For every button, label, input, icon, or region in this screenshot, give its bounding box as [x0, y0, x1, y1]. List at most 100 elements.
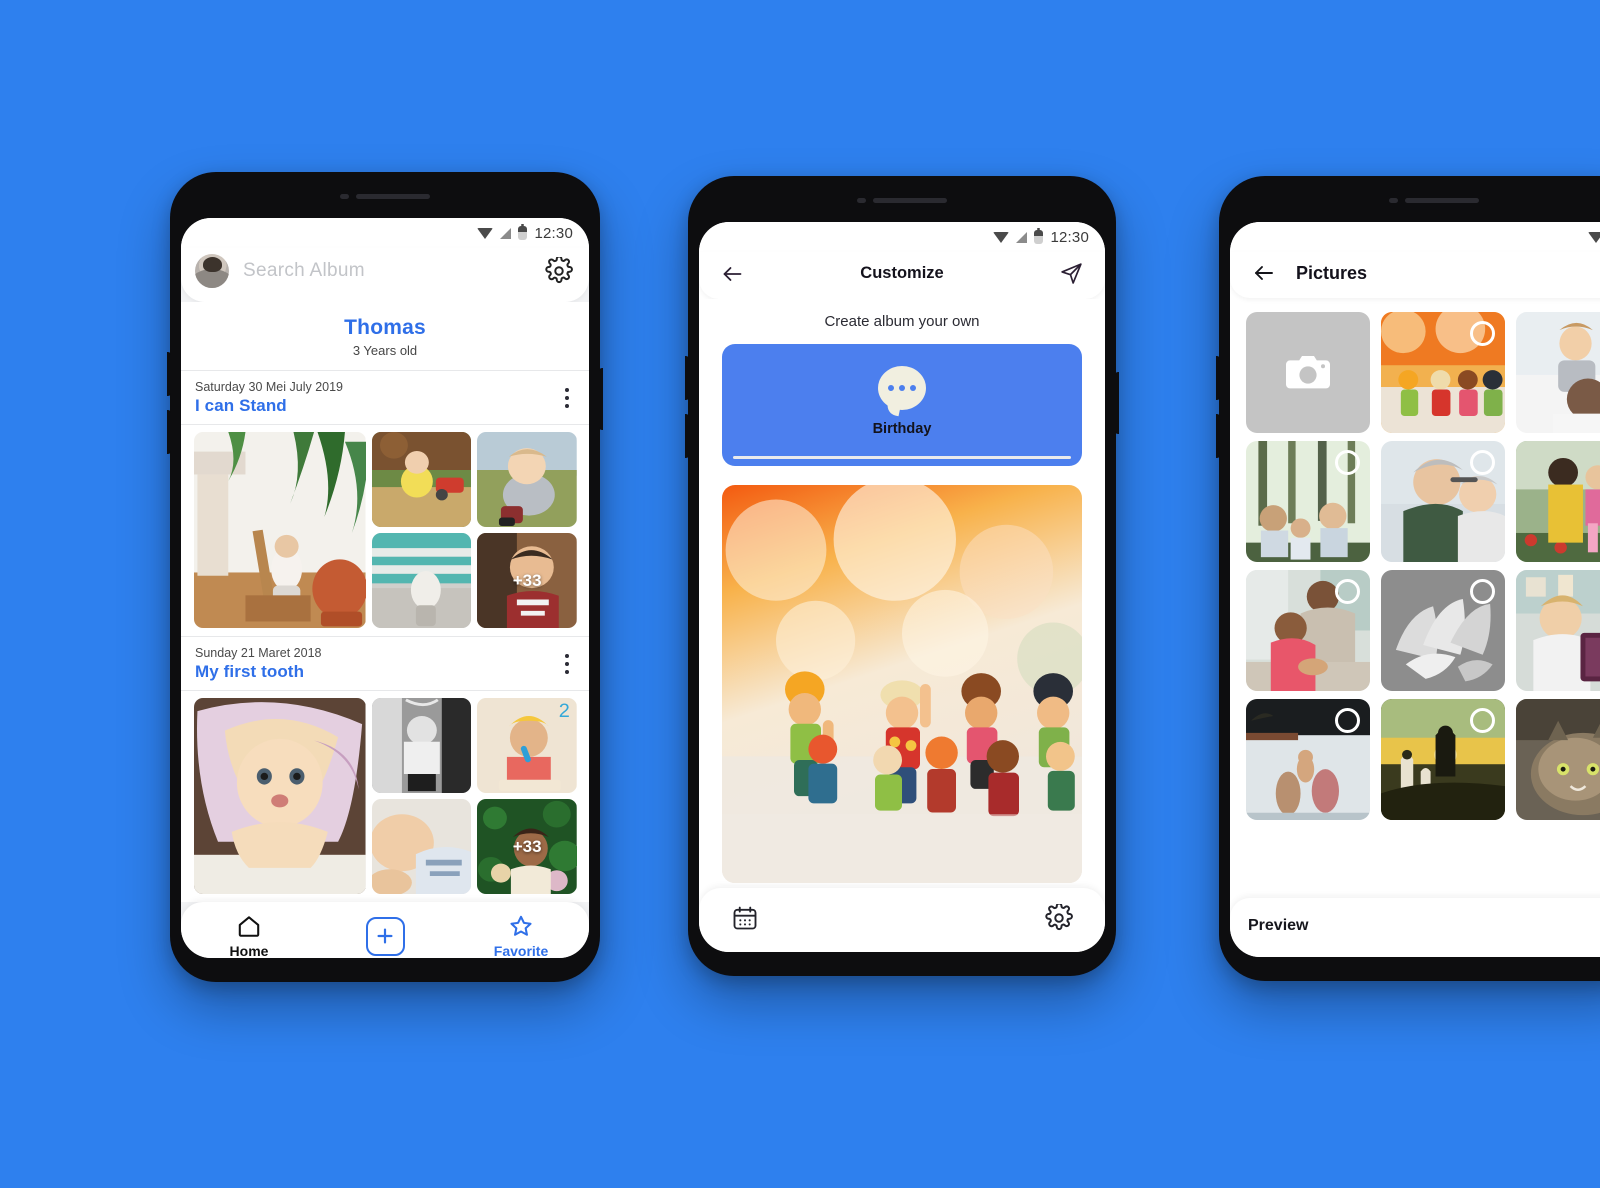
star-icon	[510, 915, 532, 936]
battery-icon	[1034, 228, 1044, 244]
power-button[interactable]	[1115, 372, 1119, 434]
nav-label-favorite: Favorite	[493, 943, 549, 958]
picture-tile[interactable]	[1516, 312, 1600, 433]
svg-text:2: 2	[559, 700, 570, 721]
selection-circle[interactable]	[1335, 579, 1360, 604]
selection-circle[interactable]	[1335, 708, 1360, 733]
status-bar	[1230, 222, 1600, 252]
calendar-icon[interactable]	[731, 904, 759, 932]
album-photo[interactable]	[194, 432, 366, 628]
phone2-screen: 12:30 Customize Create album your own Bi…	[699, 222, 1105, 952]
home-icon	[238, 916, 260, 937]
album-photo[interactable]	[371, 799, 472, 894]
picture-tile[interactable]	[1381, 441, 1505, 562]
album-title[interactable]: My first tooth	[195, 662, 321, 682]
picture-tile[interactable]	[1246, 570, 1370, 691]
nav-item-home[interactable]: Home	[206, 913, 292, 958]
selection-circle[interactable]	[1470, 321, 1495, 346]
app-bar: Customize	[699, 252, 1105, 299]
add-album-button[interactable]	[365, 916, 405, 956]
back-arrow-icon[interactable]	[719, 262, 746, 286]
profile-block: Thomas 3 Years old	[181, 302, 589, 370]
chat-bubble-icon	[878, 366, 926, 410]
volume-down-button[interactable]	[1216, 414, 1220, 458]
album-type-card-birthday[interactable]: Birthday	[722, 344, 1082, 466]
picture-tile[interactable]	[1246, 441, 1370, 562]
album-photo[interactable]: 2	[477, 698, 577, 793]
overflow-count[interactable]: +33	[477, 533, 577, 628]
profile-age: 3 Years old	[352, 343, 418, 358]
nav-label-home: Home	[229, 943, 269, 958]
nav-item-favorite[interactable]: Favorite	[478, 913, 564, 958]
phone1-screen: 12:30 Search Album Thomas 3 Years old Sa…	[181, 218, 589, 958]
phone-mockup-pictures: Pictures Preview	[1216, 176, 1600, 981]
album-photo[interactable]	[194, 698, 366, 894]
picture-tile[interactable]	[1516, 699, 1600, 820]
album-photo[interactable]	[371, 533, 472, 628]
status-time: 12:30	[1050, 228, 1089, 246]
camera-tile[interactable]	[1246, 312, 1370, 433]
album-title[interactable]: I can Stand	[195, 396, 343, 416]
album-header[interactable]: Saturday 30 Mei July 2019 I can Stand	[181, 370, 589, 425]
selection-circle[interactable]	[1470, 708, 1495, 733]
phone3-screen: Pictures Preview	[1230, 222, 1600, 957]
power-button[interactable]	[599, 368, 603, 430]
battery-icon	[518, 224, 528, 240]
phone-mockup-customize: 12:30 Customize Create album your own Bi…	[685, 176, 1119, 976]
status-bar: 12:30	[699, 222, 1105, 252]
selection-circle[interactable]	[1470, 579, 1495, 604]
kebab-menu-icon[interactable]	[561, 650, 573, 678]
preview-button[interactable]: Preview	[1248, 917, 1600, 935]
page-title: Customize	[860, 264, 944, 282]
wifi-icon	[477, 227, 494, 239]
album-date: Sunday 21 Maret 2018	[195, 646, 322, 660]
album-date: Saturday 30 Mei July 2019	[195, 380, 344, 394]
album-photo[interactable]	[477, 432, 577, 527]
picture-tile[interactable]	[1381, 312, 1505, 433]
picture-grid	[1230, 298, 1600, 820]
search-input[interactable]: Search Album	[243, 260, 531, 282]
app-bar: Pictures	[1230, 252, 1600, 298]
picture-tile[interactable]	[1516, 441, 1600, 562]
bottom-bar	[699, 888, 1105, 952]
send-icon[interactable]	[1058, 261, 1085, 286]
back-arrow-icon[interactable]	[1250, 261, 1278, 285]
picture-tile[interactable]	[1381, 699, 1505, 820]
avatar[interactable]	[195, 254, 229, 288]
page-title: Thomas	[344, 316, 426, 339]
kebab-menu-icon[interactable]	[561, 384, 573, 412]
search-bar[interactable]: Search Album	[181, 248, 589, 302]
album-photo-grid: +33	[181, 425, 589, 636]
picture-tile[interactable]	[1381, 570, 1505, 691]
bottom-nav: Home Favorite	[181, 902, 589, 958]
signal-icon	[1016, 231, 1028, 243]
volume-down-button[interactable]	[167, 410, 171, 454]
gear-icon[interactable]	[1045, 904, 1073, 932]
plus-icon	[377, 928, 393, 944]
volume-up-button[interactable]	[167, 352, 171, 396]
gear-icon[interactable]	[545, 257, 573, 285]
album-photo[interactable]	[371, 432, 472, 527]
signal-icon	[500, 227, 512, 239]
nav-item-add[interactable]	[342, 916, 428, 956]
album-cover-preview[interactable]	[722, 485, 1082, 883]
album-header[interactable]: Sunday 21 Maret 2018 My first tooth	[181, 636, 589, 691]
picture-tile[interactable]	[1516, 570, 1600, 691]
album-photo-overflow[interactable]: +33	[477, 799, 577, 894]
phone-speaker	[340, 194, 430, 199]
selection-circle[interactable]	[1335, 450, 1360, 475]
album-photo[interactable]	[371, 698, 472, 793]
volume-up-button[interactable]	[1216, 356, 1220, 400]
phone-speaker	[1389, 198, 1479, 203]
picture-tile[interactable]	[1246, 699, 1370, 820]
volume-up-button[interactable]	[685, 356, 689, 400]
album-type-label: Birthday	[872, 421, 932, 437]
phone-mockup-home: 12:30 Search Album Thomas 3 Years old Sa…	[167, 172, 603, 982]
card-underline	[733, 455, 1071, 459]
volume-down-button[interactable]	[685, 414, 689, 458]
selection-circle[interactable]	[1470, 450, 1495, 475]
page-title: Pictures	[1296, 262, 1368, 283]
overflow-count[interactable]: +33	[477, 799, 577, 894]
wifi-icon	[993, 231, 1010, 243]
album-photo-overflow[interactable]: +33	[477, 533, 577, 628]
